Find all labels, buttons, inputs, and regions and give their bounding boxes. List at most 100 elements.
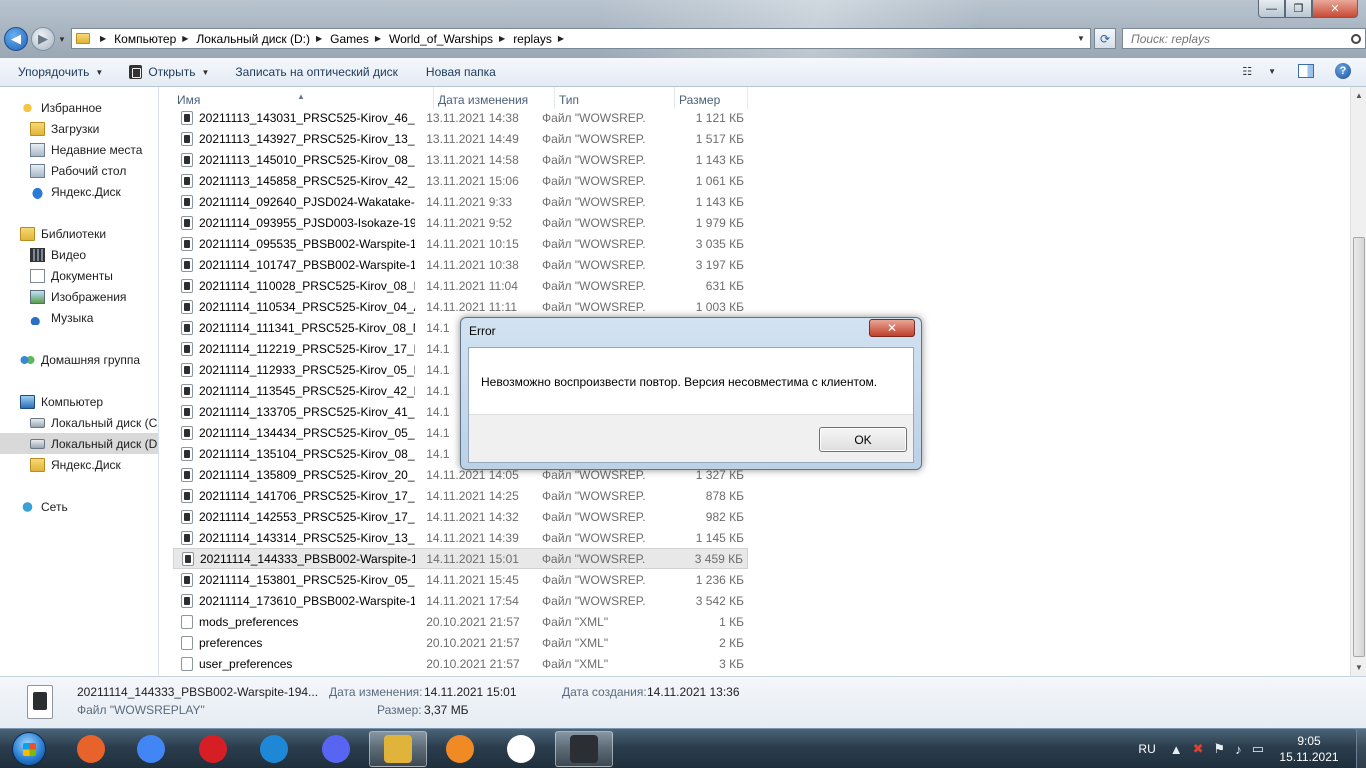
column-type[interactable]: Тип	[555, 87, 675, 109]
breadcrumb-world-of-warships[interactable]: World_of_Warships ▶	[389, 32, 513, 46]
file-row[interactable]: user_preferences 20.10.2021 21:57 Файл "XM…	[173, 653, 748, 674]
nav-disk-c[interactable]: Локальный диск (C	[30, 412, 158, 433]
action-center-icon[interactable]: ⚑	[1214, 741, 1226, 757]
nav-libraries[interactable]: Библиотеки	[20, 223, 178, 244]
nav-homegroup[interactable]: Домашняя группа	[20, 349, 178, 370]
taskbar-app-media-player[interactable]	[431, 731, 489, 767]
scroll-down-icon[interactable]: ▼	[1351, 659, 1366, 676]
file-row[interactable]: 20211114_095535_PBSB002-Warspite-194... 1…	[173, 233, 748, 254]
change-view-button[interactable]: ☷ ▼	[1242, 65, 1276, 78]
column-date[interactable]: Дата изменения	[434, 87, 555, 109]
show-desktop-button[interactable]	[1356, 729, 1366, 768]
chevron-right-icon[interactable]: ▶	[375, 34, 381, 43]
scroll-up-icon[interactable]: ▲	[1351, 87, 1366, 104]
file-row[interactable]: 20211114_143314_PRSC525-Kirov_13_OC_... 1…	[173, 527, 748, 548]
language-indicator[interactable]: RU	[1138, 742, 1155, 756]
breadcrumb-games[interactable]: Games ▶	[330, 32, 389, 46]
open-button[interactable]: Открыть ▼	[119, 58, 219, 86]
back-button[interactable]: ◀	[4, 27, 28, 51]
file-row[interactable]: 20211114_110534_PRSC525-Kirov_04_Arc... 1…	[173, 296, 748, 317]
taskbar-app-discord[interactable]	[307, 731, 365, 767]
search-icon[interactable]	[1351, 33, 1361, 44]
file-row[interactable]: 20211114_101747_PBSB002-Warspite-194... 1…	[173, 254, 748, 275]
recent-pages-dropdown[interactable]: ▼	[58, 35, 66, 44]
vertical-scrollbar[interactable]: ▲ ▼	[1350, 87, 1366, 676]
file-row[interactable]: 20211114_142553_PRSC525-Kirov_17_NA_... 1…	[173, 506, 748, 527]
taskbar-app-firefox[interactable]	[62, 731, 120, 767]
nav-network[interactable]: Сеть	[20, 496, 178, 517]
file-row[interactable]: 20211113_143031_PRSC525-Kirov_46_Estu...…	[173, 107, 748, 128]
file-row[interactable]: 20211114_093955_PJSD003-Isokaze-1917_...…	[173, 212, 748, 233]
file-row[interactable]: 20211114_173610_PBSB002-Warspite-194... 1…	[173, 590, 748, 611]
file-row[interactable]: 20211113_145010_PRSC525-Kirov_08_NE_... 1…	[173, 149, 748, 170]
taskbar-app-explorer[interactable]	[369, 731, 427, 767]
chevron-right-icon[interactable]: ▶	[499, 34, 505, 43]
start-button[interactable]	[4, 730, 54, 768]
taskbar-app-world-of-warships[interactable]	[555, 731, 613, 767]
forward-button[interactable]: ▶	[31, 27, 55, 51]
details-file-name: 20211114_144333_PBSB002-Warspite-194...	[77, 685, 319, 699]
preview-pane-button[interactable]	[1298, 64, 1314, 78]
file-row[interactable]: 20211113_145858_PRSC525-Kirov_42_Nei... 1…	[173, 170, 748, 191]
file-row[interactable]: 20211114_092640_PJSD024-Wakatake-192... 1…	[173, 191, 748, 212]
taskbar-app-opera[interactable]	[184, 731, 242, 767]
file-row[interactable]: mods_preferences 20.10.2021 21:57 Файл "XM…	[173, 611, 748, 632]
organize-button[interactable]: Упорядочить ▼	[0, 58, 113, 86]
replay-file-icon	[181, 320, 193, 335]
breadcrumb-computer[interactable]: Компьютер ▶	[114, 32, 196, 46]
battery-icon[interactable]: ▭	[1252, 741, 1264, 757]
minimize-button[interactable]: —	[1258, 0, 1285, 18]
replay-file-icon	[181, 215, 193, 230]
computer-icon	[20, 394, 35, 409]
chevron-right-icon[interactable]: ▶	[316, 34, 322, 43]
maximize-button[interactable]: ❐	[1285, 0, 1312, 18]
file-name: 20211114_135809_PRSC525-Kirov_20_NE_...	[199, 467, 415, 482]
dialog-close-button[interactable]: ✕	[869, 319, 915, 337]
address-bar[interactable]: ▶ Компьютер ▶ Локальный диск (D:) ▶ Games ▶…	[71, 28, 1091, 49]
address-dropdown-icon[interactable]: ▼	[1072, 34, 1090, 43]
column-label: Дата изменения	[438, 93, 529, 107]
file-date: 20.10.2021 21:57	[426, 614, 520, 629]
taskbar-app-internet-explorer[interactable]	[245, 731, 303, 767]
column-name[interactable]: ▲ Имя	[173, 87, 434, 109]
nav-disk-d[interactable]: Локальный диск (D	[0, 433, 158, 454]
file-name: 20211114_134434_PRSC525-Kirov_05_Ring	[199, 425, 416, 440]
nav-favorites[interactable]: Избранное	[20, 97, 178, 118]
file-row[interactable]: preferences 20.10.2021 21:57 Файл "XML" 2 К…	[173, 632, 748, 653]
chevron-right-icon[interactable]: ▶	[182, 34, 188, 43]
show-hidden-icons-icon[interactable]: ▲	[1170, 742, 1183, 757]
volume-icon[interactable]: ♪	[1235, 742, 1242, 757]
nav-computer[interactable]: Компьютер	[20, 391, 178, 412]
file-row[interactable]: 20211114_144333_PBSB002-Warspite-194... 1…	[173, 548, 748, 569]
search-input[interactable]	[1131, 31, 1341, 46]
new-folder-button[interactable]: Новая папка	[416, 58, 506, 86]
desktop-icon	[30, 163, 45, 178]
close-window-button[interactable]: ✕	[1312, 0, 1358, 18]
file-date: 14.11.2021 11:11	[426, 299, 517, 314]
file-row[interactable]: 20211114_141706_PRSC525-Kirov_17_NA_... 1…	[173, 485, 748, 506]
file-type: Файл "WOWSREP...	[542, 173, 646, 188]
search-box[interactable]	[1122, 28, 1366, 49]
ok-button[interactable]: OK	[819, 427, 907, 452]
breadcrumb-label: World_of_Warships	[388, 31, 494, 46]
file-row[interactable]: 20211114_153801_PRSC525-Kirov_05_Ring 14.…	[173, 569, 748, 590]
chevron-right-icon[interactable]: ▶	[558, 34, 564, 43]
command-bar: Упорядочить ▼ Открыть ▼ Записать на оптиче…	[0, 58, 1366, 87]
breadcrumb-disk-d[interactable]: Локальный диск (D:) ▶	[196, 32, 330, 46]
taskbar-app-chrome[interactable]	[122, 731, 180, 767]
taskbar-app-yandex[interactable]	[492, 731, 550, 767]
refresh-button[interactable]: ⟳	[1094, 28, 1116, 49]
network-status-icon[interactable]: ✖	[1193, 741, 1204, 757]
column-size[interactable]: Размер	[675, 87, 748, 109]
chevron-right-icon[interactable]: ▶	[100, 34, 106, 43]
breadcrumb-replays[interactable]: replays ▶	[513, 32, 572, 46]
file-row[interactable]: 20211114_110028_PRSC525-Kirov_08_NE_... 1…	[173, 275, 748, 296]
scroll-thumb[interactable]	[1353, 237, 1365, 657]
discord-icon	[322, 735, 350, 763]
file-size: 1 143 КБ	[695, 152, 745, 167]
burn-disc-button[interactable]: Записать на оптический диск	[225, 58, 408, 86]
file-name: 20211114_143314_PRSC525-Kirov_13_OC_...	[199, 530, 415, 545]
help-button[interactable]: ?	[1335, 63, 1351, 79]
clock[interactable]: 9:05 15.11.2021	[1274, 733, 1344, 765]
file-row[interactable]: 20211113_143927_PRSC525-Kirov_13_OC_... 1…	[173, 128, 748, 149]
